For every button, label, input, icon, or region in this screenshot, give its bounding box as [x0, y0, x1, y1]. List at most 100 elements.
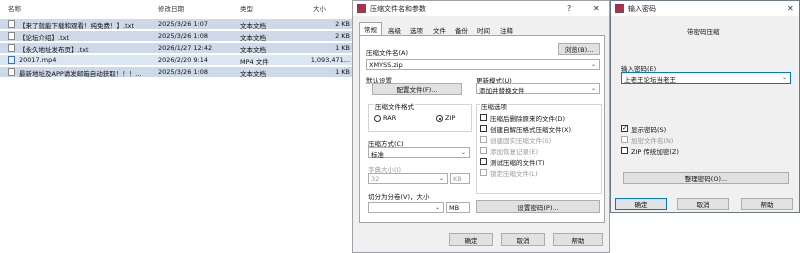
- file-name: 20017.mp4: [19, 56, 57, 64]
- test-files-checkbox[interactable]: [480, 158, 487, 165]
- rar-radio[interactable]: [374, 115, 381, 122]
- show-password-checkbox[interactable]: [621, 124, 628, 133]
- lock-archive-label: 锁定压缩文件(L): [490, 170, 538, 178]
- archive-dialog-titlebar[interactable]: 压缩文件名和参数 ? ✕: [353, 1, 609, 16]
- close-icon[interactable]: ✕: [593, 4, 600, 13]
- file-row[interactable]: 【永久地址发布页】.txt 2026/1/27 12:42 文本文档 1 KB: [0, 43, 352, 54]
- winrar-icon: [357, 4, 366, 13]
- ok-button[interactable]: 确定: [449, 233, 493, 246]
- column-header-type[interactable]: 类型: [240, 3, 253, 13]
- zip-legacy-label: ZIP 传统加密(Z): [631, 148, 679, 156]
- tab-backup[interactable]: 备份: [451, 24, 472, 35]
- chevron-down-icon: ⌄: [590, 61, 596, 68]
- close-icon[interactable]: ✕: [787, 4, 794, 13]
- recovery-record-label: 添加恢复记录(E): [490, 148, 539, 156]
- dictionary-unit-value: KB: [453, 175, 462, 183]
- text-file-icon: [8, 44, 15, 52]
- chevron-down-icon: ⌄: [434, 204, 440, 211]
- split-volumes-label: 切分为分卷(V)，大小: [368, 193, 430, 201]
- archive-name-label: 压缩文件名(A): [366, 49, 409, 57]
- file-type: 文本文档: [240, 70, 266, 78]
- help-icon[interactable]: ?: [567, 4, 571, 13]
- password-dialog-titlebar[interactable]: 输入密码 ✕: [611, 1, 799, 16]
- lock-archive-checkbox: [480, 169, 487, 176]
- split-unit-value: MB: [449, 204, 460, 212]
- browse-button[interactable]: 浏览(B)...: [558, 43, 600, 55]
- text-file-icon: [8, 68, 15, 76]
- sfx-label: 创建自解压格式压缩文件(X): [490, 126, 572, 134]
- file-row[interactable]: 【论坛介绍】.txt 2025/3/26 1:08 文本文档 2 KB: [0, 31, 352, 42]
- file-explorer: 名称 修改日期 类型 大小 【来了就能下载和观看！纯免费！】.txt 2025/…: [0, 0, 352, 253]
- chevron-down-icon: ⌄: [460, 149, 466, 156]
- column-header-date[interactable]: 修改日期: [158, 3, 184, 13]
- tab-advanced[interactable]: 高级: [384, 24, 405, 35]
- column-header-size[interactable]: 大小: [313, 3, 326, 13]
- file-size: 2 KB: [335, 32, 350, 40]
- recovery-record-checkbox: [480, 147, 487, 154]
- password-ok-button[interactable]: 确定: [615, 198, 667, 210]
- file-size: 2 KB: [335, 20, 350, 28]
- archive-dialog-title: 压缩文件名和参数: [370, 5, 426, 13]
- password-cancel-button[interactable]: 取消: [677, 198, 729, 210]
- file-size: 1 KB: [335, 44, 350, 52]
- dictionary-size-select[interactable]: 32 ⌄: [368, 173, 448, 184]
- tab-comment[interactable]: 注释: [496, 24, 517, 35]
- file-type: 文本文档: [240, 46, 266, 54]
- file-name: 【论坛介绍】.txt: [19, 34, 70, 42]
- file-row[interactable]: 最新地址及APP请发邮箱自动获取！！！... 2025/3/26 1:08 文本…: [0, 67, 352, 78]
- password-input[interactable]: 上老王论坛当老王 ⌄: [621, 72, 791, 84]
- password-dialog-header: 带密码压缩: [687, 28, 720, 36]
- cancel-button[interactable]: 取消: [501, 233, 545, 246]
- tab-time[interactable]: 时间: [473, 24, 494, 35]
- dictionary-size-value: 32: [371, 175, 380, 183]
- set-password-button[interactable]: 设置密码(P)...: [476, 200, 600, 213]
- chevron-down-icon: ⌄: [438, 175, 444, 182]
- help-button[interactable]: 帮助: [553, 233, 603, 246]
- delete-files-checkbox[interactable]: [480, 114, 487, 121]
- update-mode-value: 添加并替换文件: [479, 87, 525, 95]
- tab-files[interactable]: 文件: [429, 24, 450, 35]
- show-password-label: 显示密码(S): [631, 126, 667, 134]
- file-row[interactable]: 20017.mp4 2026/2/20 9:14 MP4 文件 1,093,47…: [0, 55, 352, 66]
- profiles-button[interactable]: 配置文件(F)...: [372, 83, 462, 95]
- tab-general[interactable]: 常规: [359, 22, 382, 36]
- file-size: 1,093,471...: [310, 56, 350, 64]
- text-file-icon: [8, 20, 15, 28]
- file-date: 2026/1/27 12:42: [158, 44, 213, 52]
- column-header-name[interactable]: 名称: [8, 3, 21, 13]
- archive-name-input[interactable]: XMYSS.zip ⌄: [366, 59, 600, 70]
- file-row[interactable]: 【来了就能下载和观看！纯免费！】.txt 2025/3/26 1:07 文本文档…: [0, 19, 352, 30]
- text-file-icon: [8, 32, 15, 40]
- password-dialog-title: 输入密码: [628, 5, 656, 13]
- winrar-icon: [615, 4, 624, 13]
- zip-radio[interactable]: [436, 115, 443, 122]
- update-mode-select[interactable]: 添加并替换文件 ⌄: [476, 83, 600, 95]
- file-date: 2026/2/20 9:14: [158, 56, 208, 64]
- organize-passwords-button[interactable]: 整理密码(O)...: [623, 172, 789, 184]
- password-value: 上老王论坛当老王: [624, 76, 676, 84]
- zip-legacy-checkbox[interactable]: [621, 147, 628, 154]
- solid-archive-checkbox: [480, 136, 487, 143]
- file-name: 【来了就能下载和观看！纯免费！】.txt: [19, 22, 135, 30]
- compression-method-select[interactable]: 标准 ⌄: [368, 147, 470, 159]
- tab-options[interactable]: 选项: [406, 24, 427, 35]
- solid-archive-label: 创建固实压缩文件(S): [490, 137, 552, 145]
- split-unit-select[interactable]: MB: [446, 202, 470, 213]
- encrypt-names-checkbox: [621, 136, 628, 143]
- file-date: 2025/3/26 1:07: [158, 20, 208, 28]
- rar-label: RAR: [383, 114, 397, 122]
- file-date: 2025/3/26 1:08: [158, 68, 208, 76]
- archiving-options-label: 压缩选项: [480, 101, 508, 111]
- split-volume-size-input[interactable]: ⌄: [368, 202, 444, 213]
- compression-method-value: 标准: [371, 151, 384, 159]
- password-help-button[interactable]: 帮助: [741, 198, 793, 210]
- video-file-icon: [8, 56, 15, 64]
- file-name: 【永久地址发布页】.txt: [19, 46, 89, 54]
- delete-files-label: 压缩后删除原来的文件(D): [490, 115, 566, 123]
- password-dialog: 输入密码 ✕ 带密码压缩 输入密码(E) 上老王论坛当老王 ⌄ 显示密码(S) …: [610, 0, 800, 213]
- test-files-label: 测试压缩的文件(T): [490, 159, 545, 167]
- chevron-down-icon: ⌄: [590, 85, 596, 92]
- sfx-checkbox[interactable]: [480, 125, 487, 132]
- dictionary-unit-select[interactable]: KB: [450, 173, 470, 184]
- zip-label: ZIP: [445, 114, 456, 122]
